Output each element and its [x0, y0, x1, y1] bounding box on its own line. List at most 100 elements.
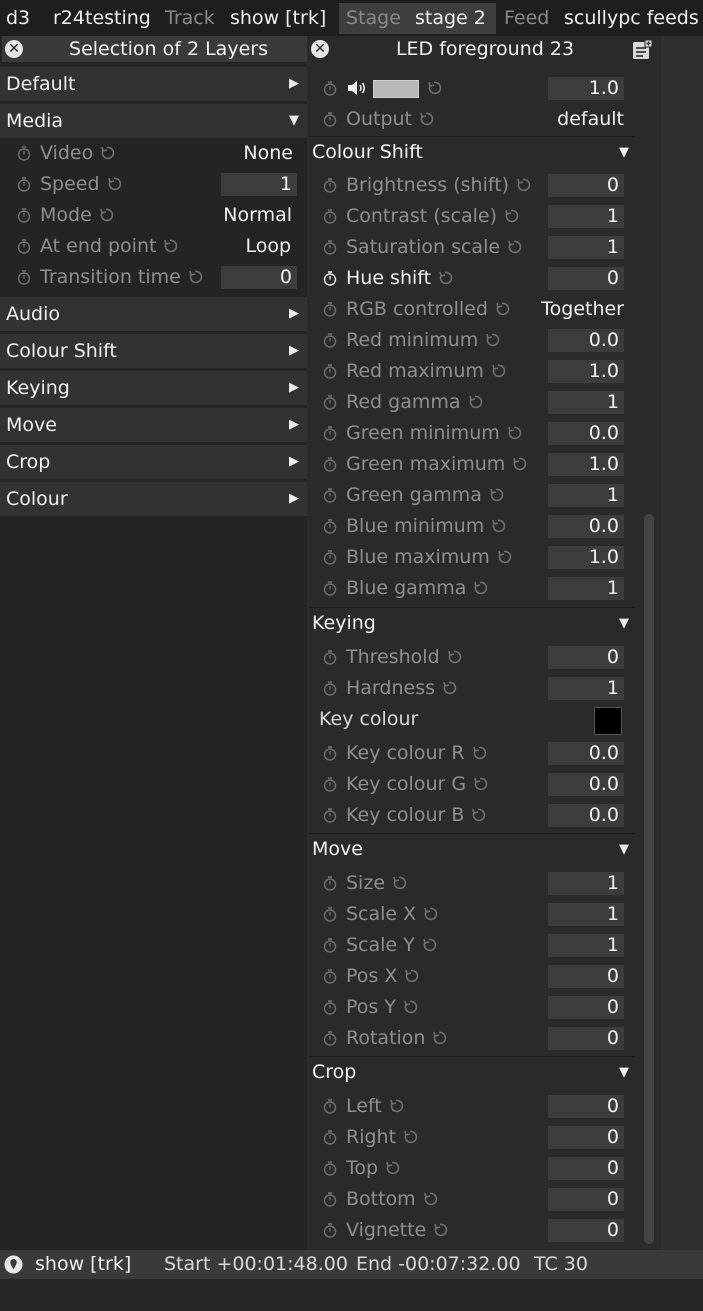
key-colour-swatch[interactable] — [594, 707, 622, 735]
reset-icon[interactable] — [187, 269, 203, 285]
prop-value[interactable]: Loop — [245, 231, 291, 262]
prop-field[interactable]: 1 — [548, 903, 624, 926]
prop-value[interactable]: Together — [541, 294, 624, 325]
prop-field[interactable]: 0 — [548, 646, 624, 669]
speed-field[interactable]: 1 — [221, 173, 297, 196]
stopwatch-icon[interactable] — [322, 875, 338, 891]
prop-field[interactable]: 0 — [548, 1126, 624, 1149]
stopwatch-icon[interactable] — [322, 177, 338, 193]
scrollbar[interactable] — [644, 514, 654, 1244]
reset-icon[interactable] — [471, 745, 487, 761]
status-track[interactable]: show [trk] — [35, 1250, 131, 1279]
prop-field[interactable]: 1.0 — [548, 360, 624, 383]
reset-icon[interactable] — [503, 208, 519, 224]
reset-icon[interactable] — [418, 111, 434, 127]
stopwatch-icon[interactable] — [322, 425, 338, 441]
reset-icon[interactable] — [403, 968, 419, 984]
stopwatch-icon[interactable] — [322, 649, 338, 665]
prop-field[interactable]: 1 — [548, 872, 624, 895]
prop-field[interactable]: 0 — [548, 996, 624, 1019]
prop-field[interactable]: 1.0 — [548, 453, 624, 476]
section-colour-shift-expanded[interactable]: Colour Shift ▼ — [309, 136, 635, 168]
prop-field[interactable]: 0 — [548, 1095, 624, 1118]
stopwatch-icon[interactable] — [322, 208, 338, 224]
stopwatch-icon[interactable] — [16, 269, 32, 285]
prop-field[interactable]: 1 — [548, 391, 624, 414]
stopwatch-icon[interactable] — [322, 680, 338, 696]
section-keying[interactable]: Keying ▶ — [0, 370, 307, 405]
reset-icon[interactable] — [388, 1098, 404, 1114]
reset-icon[interactable] — [484, 332, 500, 348]
prop-field[interactable]: 1 — [548, 484, 624, 507]
reset-icon[interactable] — [162, 238, 178, 254]
notes-icon[interactable] — [631, 39, 653, 61]
stopwatch-icon[interactable] — [322, 999, 338, 1015]
stopwatch-icon[interactable] — [322, 394, 338, 410]
reset-icon[interactable] — [511, 456, 527, 472]
section-move[interactable]: Move ▶ — [0, 407, 307, 442]
reset-icon[interactable] — [99, 145, 115, 161]
prop-field[interactable]: 0.0 — [548, 742, 624, 765]
prop-field[interactable]: 0 — [548, 1157, 624, 1180]
reset-icon[interactable] — [106, 176, 122, 192]
section-keying-expanded[interactable]: Keying ▼ — [309, 607, 635, 639]
prop-field[interactable]: 0.0 — [548, 804, 624, 827]
section-crop-expanded[interactable]: Crop ▼ — [309, 1056, 635, 1088]
reset-icon[interactable] — [431, 1030, 447, 1046]
reset-icon[interactable] — [384, 1160, 400, 1176]
prop-value[interactable]: Normal — [223, 200, 292, 231]
stopwatch-icon[interactable] — [322, 1030, 338, 1046]
stopwatch-icon[interactable] — [322, 301, 338, 317]
stopwatch-icon[interactable] — [322, 968, 338, 984]
stopwatch-icon[interactable] — [322, 363, 338, 379]
close-icon[interactable]: ✕ — [311, 40, 329, 58]
stopwatch-icon[interactable] — [322, 80, 338, 96]
prop-field[interactable]: 1 — [548, 236, 624, 259]
reset-icon[interactable] — [391, 875, 407, 891]
prop-field[interactable]: 0 — [548, 1188, 624, 1211]
reset-icon[interactable] — [506, 425, 522, 441]
prop-field[interactable]: 1.0 — [548, 546, 624, 569]
prop-field[interactable]: 1 — [548, 577, 624, 600]
prop-field[interactable]: 0 — [548, 267, 624, 290]
reset-icon[interactable] — [98, 207, 114, 223]
stopwatch-icon[interactable] — [322, 456, 338, 472]
stopwatch-icon[interactable] — [322, 906, 338, 922]
section-media[interactable]: Media ▼ — [0, 103, 307, 138]
prop-field[interactable]: 0.0 — [548, 773, 624, 796]
stopwatch-icon[interactable] — [322, 807, 338, 823]
section-default[interactable]: Default ▶ — [0, 66, 307, 101]
stopwatch-icon[interactable] — [16, 238, 32, 254]
reset-icon[interactable] — [470, 807, 486, 823]
stopwatch-icon[interactable] — [322, 1222, 338, 1238]
reset-icon[interactable] — [426, 80, 442, 96]
reset-icon[interactable] — [490, 518, 506, 534]
stopwatch-icon[interactable] — [322, 745, 338, 761]
reset-icon[interactable] — [494, 301, 510, 317]
stopwatch-icon[interactable] — [322, 111, 338, 127]
feed-value[interactable]: scullypc feeds — [564, 0, 699, 36]
reset-icon[interactable] — [467, 394, 483, 410]
reset-icon[interactable] — [490, 363, 506, 379]
reset-icon[interactable] — [472, 776, 488, 792]
stage-value[interactable]: stage 2 — [415, 0, 486, 36]
section-colour-shift[interactable]: Colour Shift ▶ — [0, 333, 307, 368]
reset-icon[interactable] — [506, 239, 522, 255]
stopwatch-icon[interactable] — [322, 270, 338, 286]
section-move-expanded[interactable]: Move ▼ — [309, 833, 635, 865]
reset-icon[interactable] — [422, 1191, 438, 1207]
stopwatch-icon[interactable] — [322, 1098, 338, 1114]
stopwatch-icon[interactable] — [322, 332, 338, 348]
reset-icon[interactable] — [515, 177, 531, 193]
stopwatch-icon[interactable] — [322, 518, 338, 534]
prop-field[interactable]: 0.0 — [548, 515, 624, 538]
stopwatch-icon[interactable] — [16, 207, 32, 223]
prop-field[interactable]: 1 — [548, 205, 624, 228]
stopwatch-icon[interactable] — [322, 937, 338, 953]
stopwatch-icon[interactable] — [16, 176, 32, 192]
prop-field[interactable]: 0 — [548, 1219, 624, 1242]
reset-icon[interactable] — [437, 270, 453, 286]
prop-value[interactable]: None — [243, 138, 293, 169]
prop-field[interactable]: 1 — [548, 677, 624, 700]
reset-icon[interactable] — [446, 649, 462, 665]
